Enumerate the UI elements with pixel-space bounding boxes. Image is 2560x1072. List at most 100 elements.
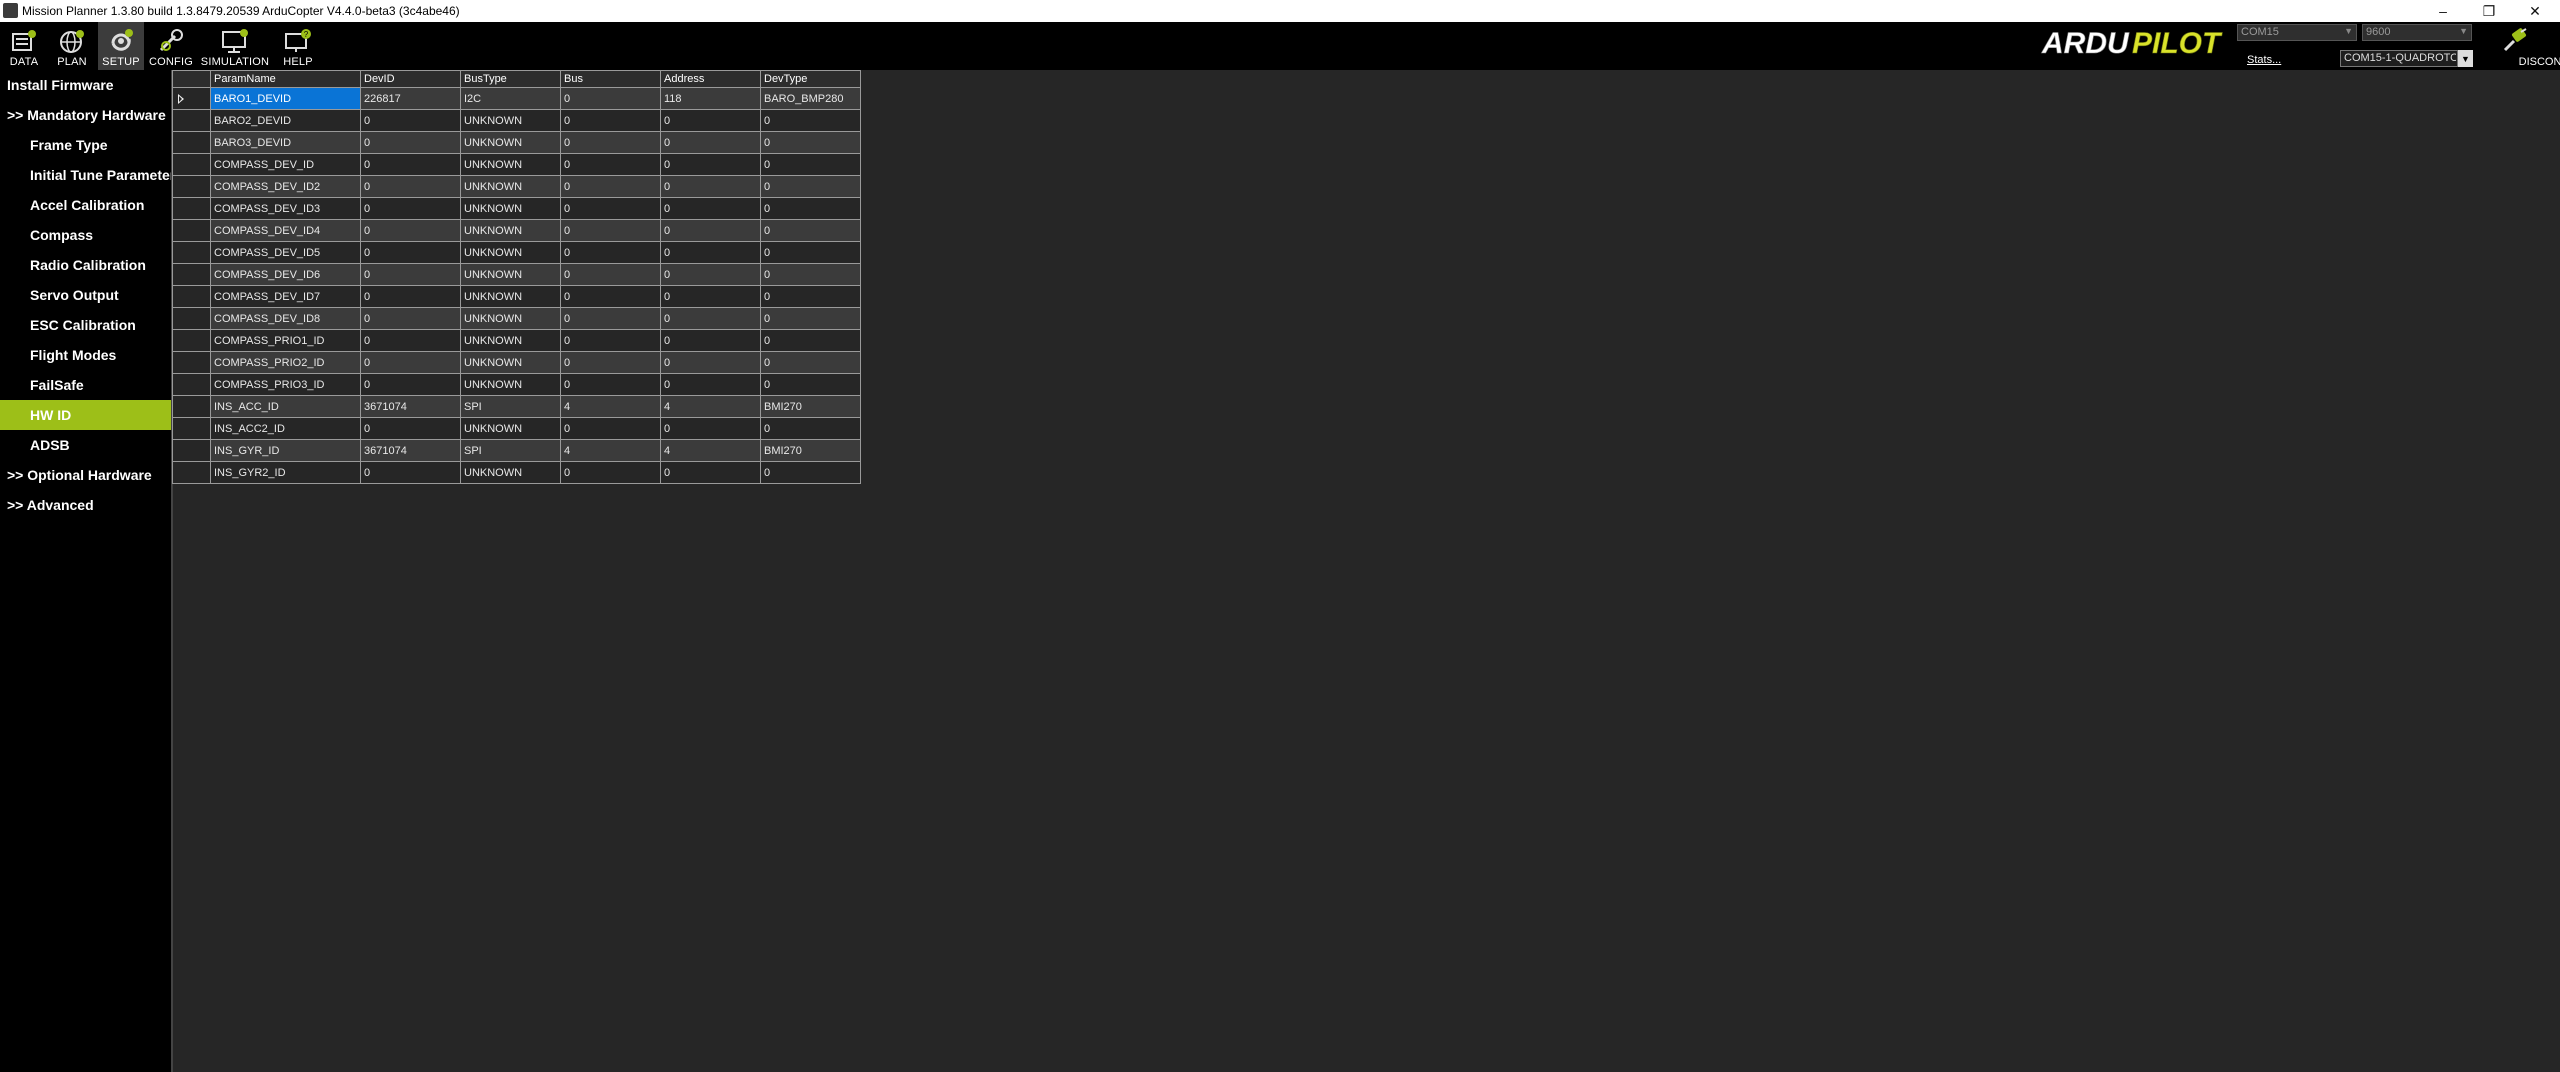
devid-cell[interactable]: 0 bbox=[360, 241, 461, 264]
row-header[interactable] bbox=[172, 241, 211, 264]
param-name-cell[interactable]: COMPASS_PRIO2_ID bbox=[210, 351, 361, 374]
table-row[interactable]: COMPASS_DEV_ID3 0 UNKNOWN 0 0 0 bbox=[172, 197, 861, 220]
devid-cell[interactable]: 0 bbox=[360, 307, 461, 330]
toolbar-help-button[interactable]: ? HELP bbox=[276, 22, 320, 70]
bus-cell[interactable]: 0 bbox=[560, 109, 661, 132]
param-name-cell[interactable]: COMPASS_PRIO1_ID bbox=[210, 329, 361, 352]
address-cell[interactable]: 0 bbox=[660, 153, 761, 176]
devtype-cell[interactable]: BARO_BMP280 bbox=[760, 87, 861, 110]
devid-cell[interactable]: 0 bbox=[360, 373, 461, 396]
column-header-devid[interactable]: DevID bbox=[360, 70, 461, 88]
maximize-button[interactable]: ❐ bbox=[2466, 0, 2512, 22]
bustype-cell[interactable]: UNKNOWN bbox=[460, 373, 561, 396]
table-row[interactable]: INS_GYR_ID 3671074 SPI 4 4 BMI270 bbox=[172, 439, 861, 462]
bustype-cell[interactable]: UNKNOWN bbox=[460, 329, 561, 352]
toolbar-data-button[interactable]: DATA bbox=[2, 22, 46, 70]
toolbar-config-button[interactable]: CONFIG bbox=[148, 22, 194, 70]
bus-cell[interactable]: 0 bbox=[560, 461, 661, 484]
bustype-cell[interactable]: UNKNOWN bbox=[460, 417, 561, 440]
bus-cell[interactable]: 0 bbox=[560, 87, 661, 110]
table-row[interactable]: INS_GYR2_ID 0 UNKNOWN 0 0 0 bbox=[172, 461, 861, 484]
param-name-cell[interactable]: COMPASS_DEV_ID bbox=[210, 153, 361, 176]
bustype-cell[interactable]: UNKNOWN bbox=[460, 241, 561, 264]
row-header[interactable] bbox=[172, 307, 211, 330]
bustype-cell[interactable]: UNKNOWN bbox=[460, 197, 561, 220]
bus-cell[interactable]: 4 bbox=[560, 439, 661, 462]
minimize-button[interactable]: – bbox=[2420, 0, 2466, 22]
address-cell[interactable]: 0 bbox=[660, 373, 761, 396]
devtype-cell[interactable]: 0 bbox=[760, 351, 861, 374]
param-name-cell[interactable]: BARO3_DEVID bbox=[210, 131, 361, 154]
bustype-cell[interactable]: SPI bbox=[460, 395, 561, 418]
sidebar-item-optional-hardware[interactable]: >> Optional Hardware bbox=[0, 460, 178, 490]
devid-cell[interactable]: 3671074 bbox=[360, 395, 461, 418]
param-name-cell[interactable]: COMPASS_DEV_ID3 bbox=[210, 197, 361, 220]
port-select[interactable]: COM15 ▼ bbox=[2237, 24, 2357, 41]
table-row[interactable]: COMPASS_DEV_ID2 0 UNKNOWN 0 0 0 bbox=[172, 175, 861, 198]
row-header[interactable] bbox=[172, 197, 211, 220]
devid-cell[interactable]: 0 bbox=[360, 329, 461, 352]
row-header[interactable] bbox=[172, 395, 211, 418]
bus-cell[interactable]: 0 bbox=[560, 373, 661, 396]
bus-cell[interactable]: 0 bbox=[560, 329, 661, 352]
param-name-cell[interactable]: INS_ACC_ID bbox=[210, 395, 361, 418]
devid-cell[interactable]: 0 bbox=[360, 175, 461, 198]
sidebar-item-advanced[interactable]: >> Advanced bbox=[0, 490, 178, 520]
param-name-cell[interactable]: BARO1_DEVID bbox=[210, 87, 361, 110]
column-header-devtype[interactable]: DevType bbox=[760, 70, 861, 88]
bus-cell[interactable]: 0 bbox=[560, 197, 661, 220]
bustype-cell[interactable]: I2C bbox=[460, 87, 561, 110]
bus-cell[interactable]: 0 bbox=[560, 417, 661, 440]
devid-cell[interactable]: 0 bbox=[360, 417, 461, 440]
address-cell[interactable]: 0 bbox=[660, 263, 761, 286]
connection-select[interactable]: COM15-1-QUADROTOR ▼ bbox=[2340, 50, 2473, 67]
row-header[interactable] bbox=[172, 373, 211, 396]
address-cell[interactable]: 0 bbox=[660, 285, 761, 308]
devtype-cell[interactable]: 0 bbox=[760, 263, 861, 286]
column-header-bustype[interactable]: BusType bbox=[460, 70, 561, 88]
address-cell[interactable]: 4 bbox=[660, 395, 761, 418]
devtype-cell[interactable]: 0 bbox=[760, 417, 861, 440]
devid-cell[interactable]: 0 bbox=[360, 351, 461, 374]
bus-cell[interactable]: 0 bbox=[560, 153, 661, 176]
row-header[interactable] bbox=[172, 461, 211, 484]
column-header-bus[interactable]: Bus bbox=[560, 70, 661, 88]
param-name-cell[interactable]: COMPASS_PRIO3_ID bbox=[210, 373, 361, 396]
address-cell[interactable]: 0 bbox=[660, 417, 761, 440]
bustype-cell[interactable]: UNKNOWN bbox=[460, 351, 561, 374]
devid-cell[interactable]: 3671074 bbox=[360, 439, 461, 462]
devtype-cell[interactable]: 0 bbox=[760, 219, 861, 242]
devtype-cell[interactable]: 0 bbox=[760, 197, 861, 220]
row-header[interactable] bbox=[172, 285, 211, 308]
devtype-cell[interactable]: 0 bbox=[760, 241, 861, 264]
bustype-cell[interactable]: UNKNOWN bbox=[460, 153, 561, 176]
devid-cell[interactable]: 0 bbox=[360, 197, 461, 220]
devid-cell[interactable]: 0 bbox=[360, 263, 461, 286]
devtype-cell[interactable]: 0 bbox=[760, 153, 861, 176]
address-cell[interactable]: 118 bbox=[660, 87, 761, 110]
bustype-cell[interactable]: SPI bbox=[460, 439, 561, 462]
bustype-cell[interactable]: UNKNOWN bbox=[460, 263, 561, 286]
devtype-cell[interactable]: 0 bbox=[760, 175, 861, 198]
toolbar-simulation-button[interactable]: SIMULATION bbox=[198, 22, 272, 70]
param-name-cell[interactable]: INS_ACC2_ID bbox=[210, 417, 361, 440]
table-row[interactable]: COMPASS_DEV_ID6 0 UNKNOWN 0 0 0 bbox=[172, 263, 861, 286]
stats-link[interactable]: Stats... bbox=[2247, 54, 2281, 66]
devtype-cell[interactable]: 0 bbox=[760, 461, 861, 484]
bustype-cell[interactable]: UNKNOWN bbox=[460, 285, 561, 308]
bus-cell[interactable]: 0 bbox=[560, 241, 661, 264]
row-header[interactable] bbox=[172, 417, 211, 440]
devtype-cell[interactable]: BMI270 bbox=[760, 395, 861, 418]
bus-cell[interactable]: 0 bbox=[560, 175, 661, 198]
row-header[interactable] bbox=[172, 153, 211, 176]
table-row[interactable]: INS_ACC_ID 3671074 SPI 4 4 BMI270 bbox=[172, 395, 861, 418]
sidebar-item-install-firmware[interactable]: Install Firmware bbox=[0, 70, 178, 100]
param-name-cell[interactable]: BARO2_DEVID bbox=[210, 109, 361, 132]
devid-cell[interactable]: 0 bbox=[360, 285, 461, 308]
address-cell[interactable]: 0 bbox=[660, 351, 761, 374]
address-cell[interactable]: 0 bbox=[660, 109, 761, 132]
devid-cell[interactable]: 0 bbox=[360, 153, 461, 176]
param-name-cell[interactable]: INS_GYR_ID bbox=[210, 439, 361, 462]
row-header[interactable] bbox=[172, 439, 211, 462]
table-row[interactable]: COMPASS_PRIO3_ID 0 UNKNOWN 0 0 0 bbox=[172, 373, 861, 396]
